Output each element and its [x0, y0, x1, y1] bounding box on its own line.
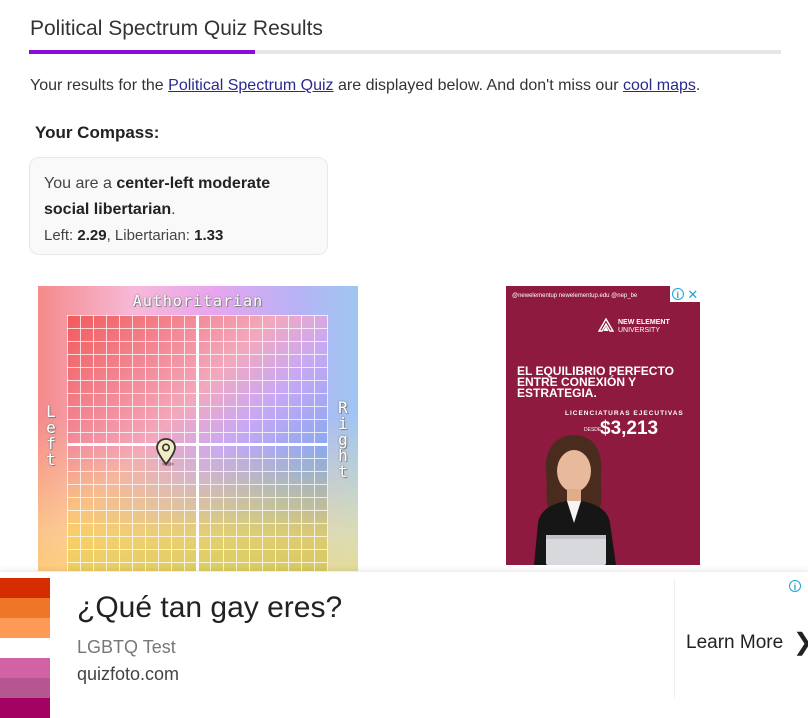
info-icon[interactable]: i	[789, 580, 801, 592]
intro-prefix: Your results for the	[30, 77, 169, 94]
map-pin-icon	[156, 437, 177, 466]
political-compass: Authoritarian Left Right	[38, 286, 358, 576]
lesbian-flag-image	[0, 578, 50, 718]
side-advertisement[interactable]: @newelementup newelementup.edu @nep_be i…	[506, 286, 700, 565]
learn-more-label: Learn More	[686, 632, 784, 653]
flag-stripe	[0, 658, 50, 678]
flag-stripe	[0, 618, 50, 638]
compass-grid	[67, 315, 328, 576]
left-score-label: Left:	[44, 227, 78, 244]
bottom-ad-subtitle: LGBTQ Test	[77, 637, 176, 657]
libertarian-score-value: 1.33	[194, 227, 224, 244]
left-score-value: 2.29	[77, 227, 107, 244]
intro-paragraph: Your results for the Political Spectrum …	[30, 77, 700, 95]
title-underline	[29, 50, 781, 54]
cool-maps-link[interactable]: cool maps	[623, 77, 696, 94]
compass-label-right: Right	[338, 398, 350, 481]
ad-social-handles: @newelementup newelementup.edu @nep_be	[512, 293, 638, 299]
intro-middle: are displayed below. And don't miss our	[333, 77, 623, 94]
flag-stripe	[0, 678, 50, 698]
bottom-advertisement[interactable]: ¿Qué tan gay eres? LGBTQ Test quizfoto.c…	[0, 571, 808, 718]
result-suffix: .	[171, 201, 176, 218]
flag-stripe	[0, 698, 50, 718]
compass-label-authoritarian: Authoritarian	[132, 292, 264, 310]
score-line: Left: 2.29, Libertarian: 1.33	[44, 227, 313, 244]
ad-brand-line1: NEW ELEMENT	[618, 319, 670, 326]
title-underline-accent	[29, 50, 255, 54]
score-separator: ,	[106, 227, 115, 244]
compass-heading: Your Compass:	[35, 123, 160, 142]
page-title: Political Spectrum Quiz Results	[30, 17, 323, 40]
result-prefix: You are a	[44, 175, 117, 192]
compass-label-left: Left	[46, 402, 58, 469]
compass-vertical-axis	[196, 315, 199, 576]
libertarian-score-label: Libertarian:	[114, 227, 195, 244]
chevron-right-icon: ❯	[793, 628, 808, 657]
bottom-ad-title[interactable]: ¿Qué tan gay eres?	[77, 591, 342, 625]
flag-stripe	[0, 598, 50, 618]
ad-program: LICENCIATURAS EJECUTIVAS	[565, 410, 684, 417]
quiz-link[interactable]: Political Spectrum Quiz	[168, 77, 333, 94]
intro-suffix: .	[695, 77, 701, 94]
university-logo-icon	[598, 318, 614, 332]
ad-brand-line2: UNIVERSITY	[618, 327, 661, 334]
ad-headline: EL EQUILIBRIO PERFECTO ENTRE CONEXIÓN Y …	[517, 364, 674, 400]
result-card: You are a center-left moderate social li…	[29, 157, 328, 255]
adchoices-badge[interactable]: i ✕	[670, 286, 700, 302]
flag-stripe	[0, 578, 50, 598]
flag-stripe	[0, 638, 50, 658]
close-icon[interactable]: ✕	[687, 288, 698, 301]
woman-with-laptop-image	[534, 435, 616, 565]
bottom-ad-domain: quizfoto.com	[77, 664, 180, 684]
info-icon[interactable]: i	[671, 288, 684, 300]
result-description: You are a center-left moderate social li…	[44, 171, 313, 223]
ad-brand: NEW ELEMENT UNIVERSITY	[598, 318, 670, 335]
learn-more-button[interactable]: Learn More ❯	[674, 578, 808, 698]
